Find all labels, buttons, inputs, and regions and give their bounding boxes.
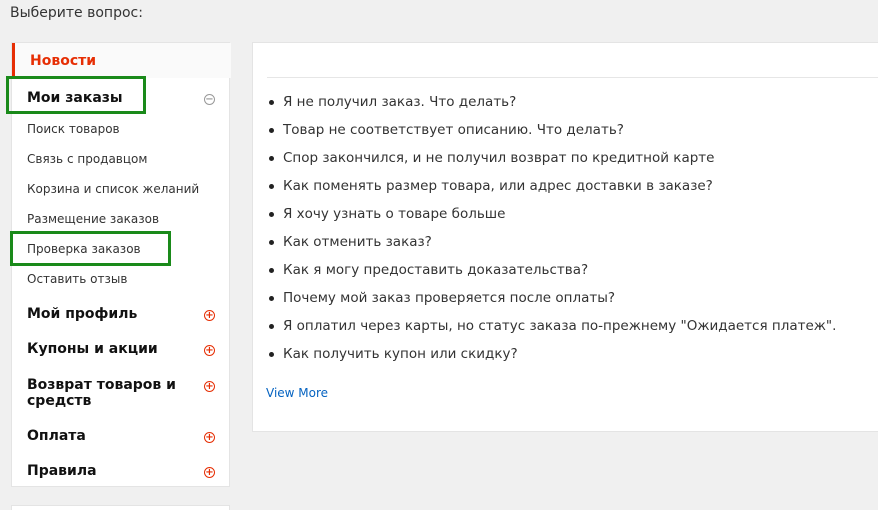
page-title: Выберите вопрос: (10, 5, 143, 21)
question-link[interactable]: Я не получил заказ. Что делать? (269, 94, 516, 110)
bullet-icon (269, 100, 274, 105)
question-link[interactable]: Товар не соответствует описанию. Что дел… (269, 122, 624, 138)
question-link[interactable]: Спор закончился, и не получил возврат по… (269, 150, 714, 166)
highlight-box-checking-orders (10, 231, 171, 266)
sidebar-category-payment[interactable]: Оплата (27, 428, 86, 444)
question-link[interactable]: Я хочу узнать о товаре больше (269, 206, 505, 222)
bullet-icon (269, 268, 274, 273)
bullet-icon (269, 240, 274, 245)
expand-icon[interactable]: + (204, 310, 215, 321)
question-link[interactable]: Как получить купон или скидку? (269, 346, 518, 362)
bullet-icon (269, 296, 274, 301)
expand-icon[interactable]: + (204, 345, 215, 356)
expand-icon[interactable]: + (204, 432, 215, 443)
sidebar-item-placing-orders[interactable]: Размещение заказов (27, 212, 159, 226)
question-link[interactable]: Я оплатил через карты, но статус заказа … (269, 318, 836, 334)
expand-icon[interactable]: + (204, 381, 215, 392)
bullet-icon (269, 212, 274, 217)
question-link[interactable]: Как отменить заказ? (269, 234, 432, 250)
question-link[interactable]: Как я могу предоставить доказательства? (269, 262, 588, 278)
highlight-box-my-orders (6, 76, 146, 114)
sidebar-next-block (11, 505, 230, 510)
collapse-icon[interactable]: − (204, 94, 215, 105)
bullet-icon (269, 324, 274, 329)
question-link[interactable]: Как поменять размер товара, или адрес до… (269, 178, 713, 194)
sidebar-item-leave-review[interactable]: Оставить отзыв (27, 272, 127, 286)
sidebar-category-coupons[interactable]: Купоны и акции (27, 341, 158, 357)
bullet-icon (269, 128, 274, 133)
sidebar-item-product-search[interactable]: Поиск товаров (27, 122, 120, 136)
panel-divider (267, 77, 878, 78)
sidebar-item-contact-seller[interactable]: Связь с продавцом (27, 152, 147, 166)
view-more-link[interactable]: View More (266, 386, 328, 400)
sidebar-item-cart-wishlist[interactable]: Корзина и список желаний (27, 182, 199, 196)
questions-panel: Я не получил заказ. Что делать? Товар не… (252, 42, 878, 432)
bullet-icon (269, 352, 274, 357)
sidebar-category-returns[interactable]: Возврат товаров и средств (27, 377, 197, 409)
question-link[interactable]: Почему мой заказ проверяется после оплат… (269, 290, 615, 306)
bullet-icon (269, 156, 274, 161)
bullet-icon (269, 184, 274, 189)
sidebar-item-news[interactable]: Новости (12, 43, 231, 78)
sidebar-category-my-profile[interactable]: Мой профиль (27, 306, 137, 322)
expand-icon[interactable]: + (204, 467, 215, 478)
sidebar-item-news-label: Новости (30, 53, 97, 69)
sidebar-category-rules[interactable]: Правила (27, 463, 97, 479)
